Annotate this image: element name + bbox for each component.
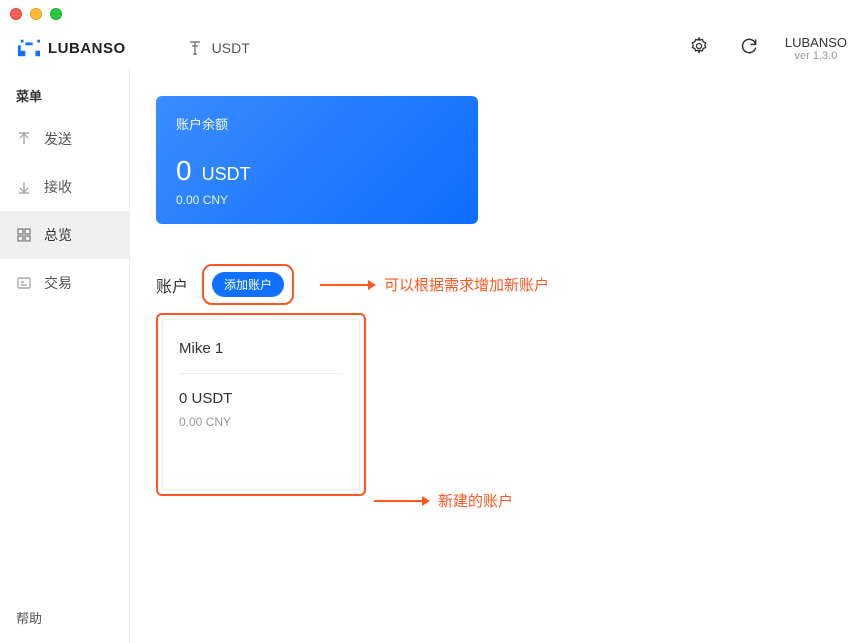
account-sub: 0.00 CNY bbox=[179, 415, 343, 429]
accounts-label: 账户 bbox=[156, 273, 188, 297]
balance-unit: USDT bbox=[202, 164, 251, 185]
close-window-button[interactable] bbox=[10, 8, 22, 20]
transactions-icon bbox=[16, 276, 32, 290]
account-name: Mike 1 bbox=[179, 340, 343, 357]
balance-title: 账户余额 bbox=[176, 114, 458, 133]
receive-icon bbox=[16, 180, 32, 194]
sidebar-item-transactions[interactable]: 交易 bbox=[0, 259, 129, 307]
settings-button[interactable] bbox=[689, 36, 709, 61]
divider bbox=[179, 373, 343, 374]
sidebar-item-send[interactable]: 发送 bbox=[0, 115, 129, 163]
logo-text: LUBANSO bbox=[48, 40, 126, 57]
sidebar: 菜单 发送 接收 总览 交易 帮助 bbox=[0, 68, 130, 643]
balance-card: 账户余额 0 USDT 0.00 CNY bbox=[156, 96, 478, 224]
refresh-icon bbox=[739, 36, 759, 61]
sidebar-item-label: 接收 bbox=[44, 177, 72, 197]
balance-sub: 0.00 CNY bbox=[176, 193, 458, 207]
annotation-highlight-card: Mike 1 0 USDT 0.00 CNY bbox=[156, 313, 366, 496]
app-logo: LUBANSO bbox=[18, 39, 126, 57]
currency-selector[interactable]: USDT bbox=[188, 39, 250, 58]
sidebar-item-label: 发送 bbox=[44, 129, 72, 149]
brand-version: LUBANSO ver 1.3.0 bbox=[785, 35, 847, 62]
help-link[interactable]: 帮助 bbox=[0, 592, 129, 643]
main-content: 账户余额 0 USDT 0.00 CNY 账户 添加账户 可以根据需求增加新账户… bbox=[130, 68, 865, 643]
account-card[interactable]: Mike 1 0 USDT 0.00 CNY bbox=[162, 319, 360, 490]
version-label: ver 1.3.0 bbox=[785, 50, 847, 62]
balance-amount: 0 bbox=[176, 155, 192, 187]
sidebar-item-overview[interactable]: 总览 bbox=[0, 211, 129, 259]
minimize-window-button[interactable] bbox=[30, 8, 42, 20]
arrow-icon bbox=[320, 278, 376, 292]
send-icon bbox=[16, 132, 32, 146]
overview-icon bbox=[16, 228, 32, 242]
sidebar-item-receive[interactable]: 接收 bbox=[0, 163, 129, 211]
tether-icon bbox=[188, 39, 202, 58]
brand-name: LUBANSO bbox=[785, 35, 847, 50]
gear-icon bbox=[689, 36, 709, 61]
sidebar-item-label: 交易 bbox=[44, 273, 72, 293]
annotation-highlight-add: 添加账户 bbox=[202, 264, 294, 305]
window-titlebar bbox=[0, 0, 865, 28]
annotation-text: 新建的账户 bbox=[438, 490, 513, 511]
menu-title: 菜单 bbox=[0, 80, 129, 115]
sidebar-item-label: 总览 bbox=[44, 225, 72, 245]
arrow-icon bbox=[374, 494, 430, 508]
add-account-button[interactable]: 添加账户 bbox=[212, 272, 284, 297]
currency-label: USDT bbox=[212, 40, 250, 56]
maximize-window-button[interactable] bbox=[50, 8, 62, 20]
logo-icon bbox=[18, 39, 40, 57]
annotation-text: 可以根据需求增加新账户 bbox=[384, 274, 549, 295]
refresh-button[interactable] bbox=[739, 36, 759, 61]
account-balance: 0 USDT bbox=[179, 390, 343, 407]
app-header: LUBANSO USDT LUBANSO ver 1.3.0 bbox=[0, 28, 865, 68]
annotation-new-account: 新建的账户 bbox=[362, 490, 513, 511]
annotation-add-account: 可以根据需求增加新账户 bbox=[308, 274, 549, 295]
